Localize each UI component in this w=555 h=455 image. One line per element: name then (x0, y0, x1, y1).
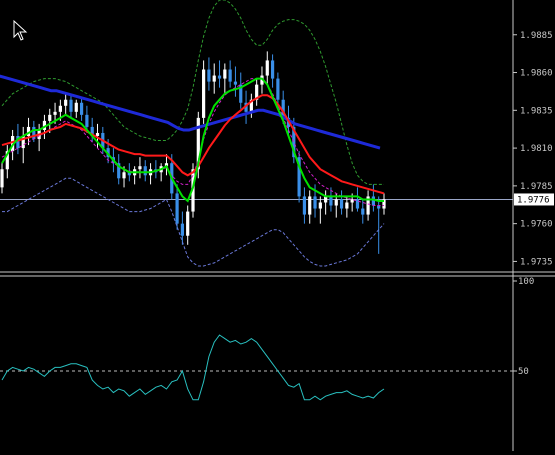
candle-body (53, 111, 57, 115)
candle-body (339, 199, 344, 209)
candle-body (122, 172, 126, 179)
candle-body (223, 69, 227, 79)
candle-body (64, 99, 68, 106)
candle-body (217, 75, 222, 79)
candle-body (138, 166, 142, 170)
chart-window: 1.9885 1.9860 1.9835 1.9810 1.9785 1.9760 1.97… (0, 0, 555, 451)
candle-body (69, 99, 73, 112)
price-tick-label: 1.9835 (520, 106, 553, 116)
candle-body (329, 196, 333, 206)
candle-body (74, 102, 78, 112)
current-price-label: 1.9776 (517, 195, 550, 205)
candle-body (313, 196, 317, 209)
price-tick-label: 1.9810 (520, 144, 553, 154)
candle-body (85, 114, 89, 127)
candle-body (265, 60, 269, 76)
candle-body (95, 132, 100, 136)
candle-body (186, 211, 190, 236)
candle-body (180, 223, 184, 236)
candle-body (276, 78, 280, 100)
candle-body (79, 102, 84, 115)
candle-body (361, 208, 365, 215)
candle-body (270, 60, 275, 79)
candle-body (143, 166, 147, 176)
oscillator-tick-label: 100 (518, 277, 534, 287)
candle-body (48, 114, 52, 121)
candle-body (302, 196, 307, 215)
chart-canvas: 1.9885 1.9860 1.9835 1.9810 1.9785 1.9760 1.97… (0, 0, 555, 451)
chart-background (0, 0, 555, 451)
price-tick-label: 1.9735 (520, 257, 553, 267)
candle-body (308, 196, 312, 215)
candle-body (58, 105, 62, 112)
candle-body (202, 69, 206, 118)
candle-body (371, 196, 375, 206)
candle-body (212, 75, 216, 82)
candle-body (0, 169, 4, 188)
candle-body (228, 69, 232, 82)
candle-body (345, 202, 349, 209)
candle-body (318, 202, 322, 209)
candle-body (233, 81, 238, 85)
price-tick-label: 1.9885 (520, 31, 553, 41)
price-tick-label: 1.9785 (520, 182, 553, 192)
candle-body (175, 193, 179, 224)
candle-body (334, 199, 338, 206)
price-tick-label: 1.9760 (520, 220, 553, 230)
price-tick-label: 1.9860 (520, 69, 553, 79)
candle-body (207, 69, 211, 82)
oscillator-tick-label: 50 (518, 367, 529, 377)
